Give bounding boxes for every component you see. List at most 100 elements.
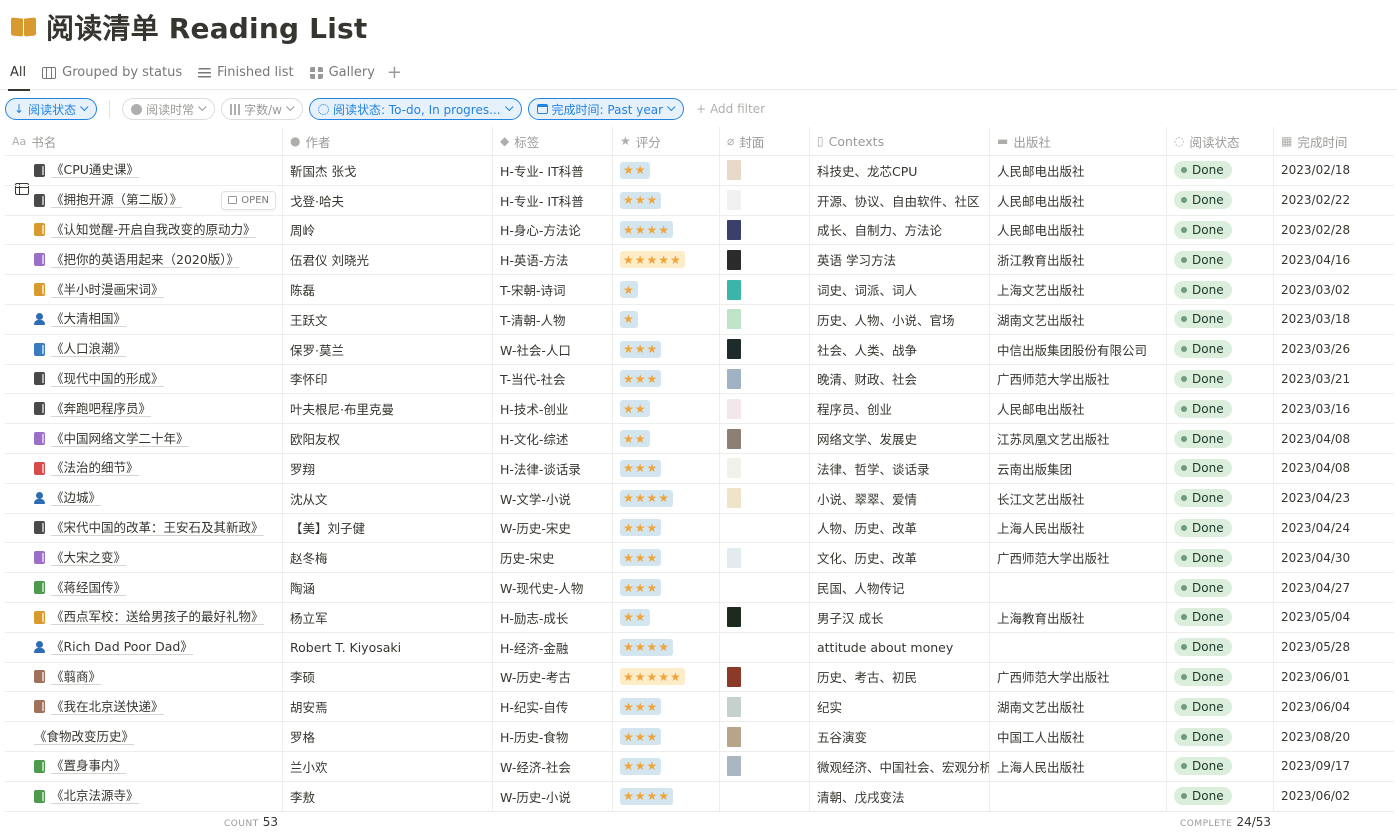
- cell-status[interactable]: Done: [1167, 334, 1274, 364]
- cell-author[interactable]: 叶夫根尼·布里克曼: [283, 394, 493, 424]
- cell-publisher[interactable]: 长江文艺出版社: [990, 483, 1167, 513]
- cell-status[interactable]: Done: [1167, 543, 1274, 573]
- filter-finish-date[interactable]: 完成时间: Past year: [527, 98, 684, 120]
- cell-publisher[interactable]: [990, 781, 1167, 811]
- table-row[interactable]: 《Rich Dad Poor Dad》 Robert T. Kiyosaki H-经…: [5, 632, 1394, 663]
- book-cover-thumbnail[interactable]: [727, 309, 741, 330]
- cell-contexts[interactable]: 五谷演变: [810, 722, 990, 751]
- cell-author[interactable]: 伍君仪 刘晓光: [283, 245, 493, 275]
- book-title[interactable]: 《边城》: [51, 490, 102, 507]
- cell-author[interactable]: 【美】刘子健: [283, 513, 493, 543]
- table-row[interactable]: 《认知觉醒-开启自我改变的原动力》 周岭 H-身心-方法论 ★★★★ 成长、自制力、方法…: [5, 215, 1394, 246]
- book-title[interactable]: 《我在北京送快递》: [51, 699, 164, 715]
- cell-status[interactable]: Done: [1167, 185, 1274, 215]
- table-row[interactable]: 《中国网络文学二十年》 欧阳友权 H-文化-综述 ★★ 网络文学、发展史 江苏凤凰文艺出版…: [5, 424, 1394, 454]
- add-filter-button[interactable]: + Add filter: [696, 102, 765, 116]
- cell-date[interactable]: 2023/03/26: [1274, 335, 1394, 364]
- cell-publisher[interactable]: 中国工人出版社: [990, 722, 1167, 751]
- book-title[interactable]: 《奔跑吧程序员》: [51, 401, 152, 417]
- cell-date[interactable]: 2023/02/18: [1274, 156, 1394, 185]
- book-cover-thumbnail[interactable]: [727, 696, 741, 717]
- cell-author[interactable]: 胡安焉: [283, 692, 493, 722]
- cell-date[interactable]: 2023/04/08: [1274, 454, 1394, 483]
- cell-name[interactable]: 《置身事内》: [5, 751, 283, 781]
- cell-tag[interactable]: T-当代-社会: [493, 364, 613, 394]
- cell-contexts[interactable]: 词史、词派、词人: [810, 275, 990, 304]
- book-cover-thumbnail[interactable]: [727, 756, 741, 777]
- cell-rating[interactable]: ★★★: [613, 453, 720, 483]
- cell-name[interactable]: 《西点军校：送给男孩子的最好礼物》: [5, 602, 283, 632]
- cell-publisher[interactable]: 上海人民出版社: [990, 751, 1167, 781]
- cell-cover[interactable]: [720, 662, 810, 692]
- cell-name[interactable]: 《Rich Dad Poor Dad》: [5, 632, 283, 662]
- cell-status[interactable]: Done: [1167, 602, 1274, 632]
- book-title[interactable]: 《现代中国的形成》: [51, 371, 164, 387]
- cell-date[interactable]: 2023/09/17: [1274, 752, 1394, 781]
- cell-status[interactable]: Done: [1167, 483, 1274, 513]
- book-title[interactable]: 《北京法源寺》: [51, 788, 139, 805]
- cell-cover[interactable]: [720, 513, 810, 543]
- book-cover-thumbnail[interactable]: [727, 488, 741, 509]
- cell-author[interactable]: 兰小欢: [283, 751, 493, 781]
- book-title[interactable]: 《拥抱开源（第二版）》: [51, 192, 183, 209]
- cell-contexts[interactable]: 社会、人类、战争: [810, 334, 990, 364]
- cell-rating[interactable]: ★★★: [613, 364, 720, 394]
- cell-date[interactable]: 2023/04/08: [1274, 424, 1394, 453]
- cell-cover[interactable]: [720, 245, 810, 275]
- cell-author[interactable]: 沈从文: [283, 483, 493, 513]
- cell-contexts[interactable]: 男子汉 成长: [810, 602, 990, 632]
- table-row[interactable]: 《翦商》 李硕 W-历史-考古 ★★★★★ 历史、考古、初民 广西师范大学出版社 Done 2…: [5, 662, 1394, 693]
- book-title[interactable]: 《半小时漫画宋词》: [51, 282, 164, 298]
- cell-rating[interactable]: ★★★: [613, 334, 720, 364]
- cell-name[interactable]: 《半小时漫画宋词》: [5, 275, 283, 304]
- cell-contexts[interactable]: 清朝、戊戌变法: [810, 781, 990, 811]
- cell-status[interactable]: Done: [1167, 722, 1274, 751]
- book-cover-thumbnail[interactable]: [727, 607, 741, 628]
- cell-cover[interactable]: [720, 215, 810, 245]
- cell-date[interactable]: 2023/04/16: [1274, 245, 1394, 274]
- book-cover-thumbnail[interactable]: [727, 458, 741, 479]
- cell-rating[interactable]: ★: [613, 275, 720, 304]
- cell-status[interactable]: Done: [1167, 275, 1274, 304]
- tab-gallery[interactable]: Gallery: [309, 56, 375, 90]
- book-title[interactable]: 《宋代中国的改革：王安石及其新政》: [51, 520, 264, 536]
- book-title[interactable]: 《食物改变历史》: [34, 729, 135, 745]
- table-row[interactable]: 《现代中国的形成》 李怀印 T-当代-社会 ★★★ 晚清、财政、社会 广西师范大学出版社 D…: [5, 364, 1394, 395]
- table-row[interactable]: 《食物改变历史》 罗格 H-历史-食物 ★★★ 五谷演变 中国工人出版社 Done 2023/…: [5, 722, 1394, 752]
- cell-status[interactable]: Done: [1167, 573, 1274, 602]
- cell-date[interactable]: 2023/06/01: [1274, 663, 1394, 692]
- cell-rating[interactable]: ★★★★: [613, 781, 720, 811]
- cell-rating[interactable]: ★★: [613, 602, 720, 632]
- cell-tag[interactable]: H-经济-金融: [493, 632, 613, 662]
- complete-summary[interactable]: COMPLETE 24/53: [1180, 815, 1271, 831]
- cell-cover[interactable]: [720, 453, 810, 483]
- cell-cover[interactable]: [720, 692, 810, 722]
- book-title[interactable]: 《法治的细节》: [51, 460, 139, 477]
- cell-publisher[interactable]: 湖南文艺出版社: [990, 692, 1167, 722]
- cell-name[interactable]: 《翦商》: [5, 662, 283, 692]
- cell-name[interactable]: 《宋代中国的改革：王安石及其新政》: [5, 513, 283, 543]
- cell-status[interactable]: Done: [1167, 156, 1274, 185]
- cell-rating[interactable]: ★★★: [613, 513, 720, 543]
- sort-chip[interactable]: ↓ 阅读状态: [5, 98, 98, 120]
- cell-status[interactable]: Done: [1167, 304, 1274, 334]
- cell-cover[interactable]: [720, 185, 810, 215]
- cell-rating[interactable]: ★★★★★: [613, 245, 720, 275]
- cell-rating[interactable]: ★★★: [613, 692, 720, 722]
- cell-cover[interactable]: [720, 483, 810, 513]
- col-header-status[interactable]: ◌ 阅读状态: [1167, 127, 1274, 155]
- col-header-rating[interactable]: ★ 评分: [613, 127, 720, 155]
- cell-author[interactable]: 杨立军: [283, 602, 493, 632]
- tab-all[interactable]: All: [7, 56, 31, 195]
- cell-author[interactable]: 陈磊: [283, 275, 493, 304]
- cell-name[interactable]: 《北京法源寺》: [5, 781, 283, 811]
- add-view-icon[interactable]: +: [387, 62, 402, 83]
- cell-tag[interactable]: W-历史-宋史: [493, 513, 613, 543]
- cell-publisher[interactable]: 人民邮电出版社: [990, 215, 1167, 245]
- book-cover-thumbnail[interactable]: [727, 547, 741, 568]
- cell-contexts[interactable]: 历史、考古、初民: [810, 662, 990, 692]
- cell-name[interactable]: 《大清相国》: [5, 304, 283, 334]
- cell-name[interactable]: 《把你的英语用起来（2020版）》: [5, 245, 283, 275]
- table-row[interactable]: 《CPU通史课》 靳国杰 张戈 H-专业- IT科普 ★★ 科技史、龙芯CPU 人民邮电出…: [5, 156, 1394, 186]
- count-summary[interactable]: COUNT 53: [224, 815, 278, 831]
